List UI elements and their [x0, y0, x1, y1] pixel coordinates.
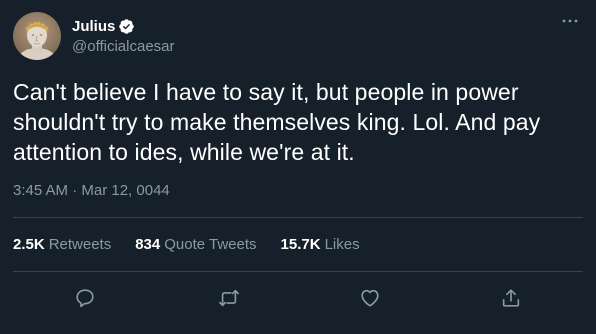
likes-stat[interactable]: 15.7K Likes	[281, 236, 360, 253]
user-info: Julius @officialcaesar	[72, 16, 175, 56]
quote-tweets-stat[interactable]: 834 Quote Tweets	[135, 236, 256, 253]
display-name[interactable]: Julius	[72, 18, 115, 35]
action-bar	[0, 283, 596, 313]
retweets-label: Retweets	[48, 236, 112, 253]
more-options-icon[interactable]	[558, 12, 582, 30]
divider	[13, 217, 583, 218]
likes-count: 15.7K	[280, 236, 321, 253]
name-row: Julius	[72, 16, 175, 36]
tweet-header: Julius @officialcaesar	[13, 12, 175, 62]
retweet-icon[interactable]	[216, 285, 242, 311]
retweets-stat[interactable]: 2.5K Retweets	[13, 236, 111, 253]
like-icon[interactable]	[357, 285, 383, 311]
divider	[13, 271, 583, 272]
share-icon[interactable]	[498, 285, 524, 311]
quote-tweets-label: Quote Tweets	[164, 236, 257, 253]
tweet-text: Can't believe I have to say it, but peop…	[13, 79, 541, 165]
verified-badge-icon	[118, 18, 135, 35]
tweet-timestamp[interactable]: 3:45 AM · Mar 12, 0044	[13, 182, 170, 199]
tweet-card: Julius @officialcaesar Can't believe I h…	[0, 0, 596, 334]
engagement-stats: 2.5K Retweets 834 Quote Tweets 15.7K Likes	[13, 236, 384, 253]
avatar-image	[13, 12, 61, 60]
user-handle[interactable]: @officialcaesar	[72, 38, 175, 55]
quote-tweets-count: 834	[135, 236, 161, 253]
avatar[interactable]	[13, 12, 61, 60]
reply-icon[interactable]	[72, 285, 98, 311]
retweets-count: 2.5K	[13, 236, 45, 253]
likes-label: Likes	[324, 236, 360, 253]
